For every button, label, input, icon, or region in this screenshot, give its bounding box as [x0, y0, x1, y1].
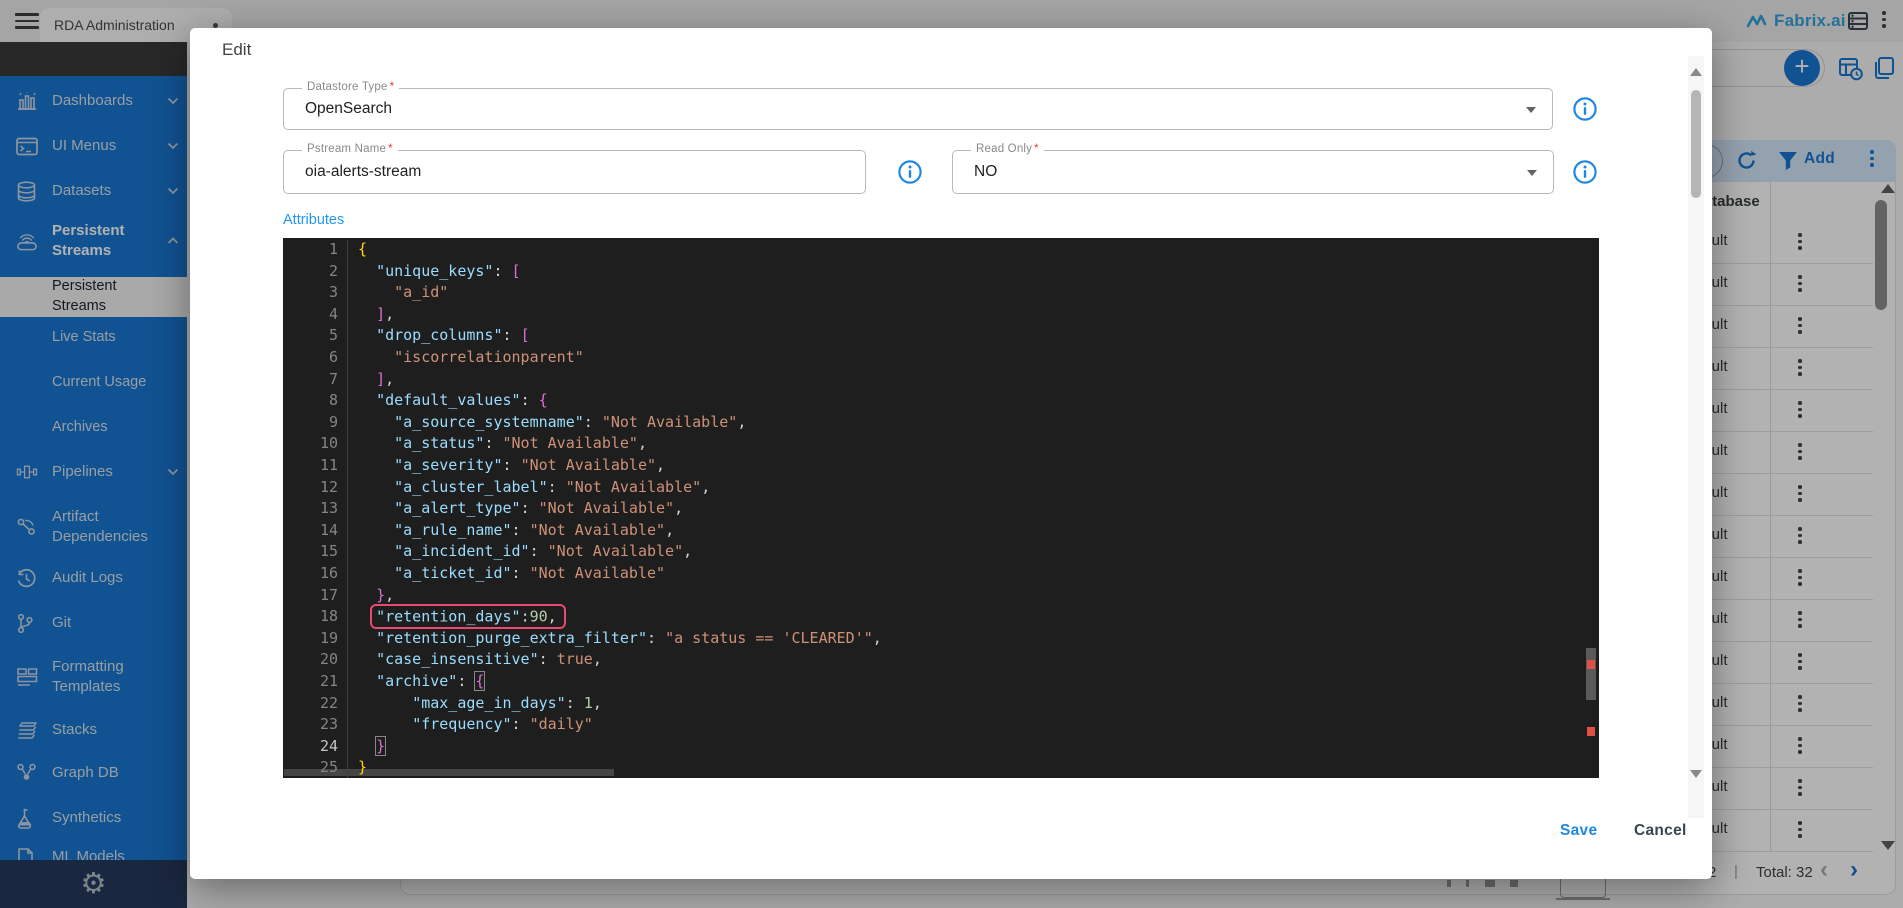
save-button[interactable]: Save [1560, 822, 1597, 840]
line-number: 6 [283, 348, 338, 370]
datastore-type-label: Datastore Type [307, 81, 388, 93]
read-only-select[interactable]: Read Only* NO [952, 150, 1554, 194]
editor-line-3: 3 "a_id" [283, 283, 1599, 305]
editor-line-6: 6 "iscorrelationparent" [283, 348, 1599, 370]
line-number: 23 [283, 715, 338, 737]
editor-line-21: 21 "archive": { [283, 672, 1599, 694]
line-number: 8 [283, 391, 338, 413]
screen: RDA Administration Fabrix.ai DashboardsU… [0, 0, 1903, 908]
editor-line-1: 1{ [283, 240, 1599, 262]
editor-line-11: 11 "a_severity": "Not Available", [283, 456, 1599, 478]
required-asterisk: * [388, 143, 393, 155]
dialog-title: Edit [222, 40, 251, 60]
line-number: 10 [283, 434, 338, 456]
required-asterisk: * [390, 81, 395, 93]
read-only-info-icon[interactable] [1572, 159, 1598, 185]
attributes-code-editor[interactable]: 1{2 "unique_keys": [3 "a_id"4 ],5 "drop_… [283, 238, 1599, 778]
edit-dialog: Edit Datastore Type* OpenSearch Pstream … [190, 28, 1712, 879]
line-number: 15 [283, 542, 338, 564]
editor-line-25: 25} [283, 758, 1599, 778]
line-number: 20 [283, 650, 338, 672]
editor-line-17: 17 }, [283, 586, 1599, 608]
editor-line-8: 8 "default_values": { [283, 391, 1599, 413]
editor-line-13: 13 "a_alert_type": "Not Available", [283, 499, 1599, 521]
line-number: 1 [283, 240, 338, 262]
editor-line-14: 14 "a_rule_name": "Not Available", [283, 521, 1599, 543]
dropdown-caret-icon [1527, 170, 1537, 176]
modal-scrollbar-thumb[interactable] [1691, 90, 1701, 198]
line-number: 3 [283, 283, 338, 305]
line-number: 5 [283, 326, 338, 348]
editor-line-4: 4 ], [283, 305, 1599, 327]
line-number: 21 [283, 672, 338, 694]
line-number: 16 [283, 564, 338, 586]
line-number: 2 [283, 262, 338, 284]
editor-line-18: 18 "retention_days":90, [283, 607, 1599, 629]
line-number: 12 [283, 478, 338, 500]
required-asterisk: * [1034, 143, 1039, 155]
line-number: 14 [283, 521, 338, 543]
editor-line-22: 22 "max_age_in_days": 1, [283, 694, 1599, 716]
datastore-type-select[interactable]: Datastore Type* OpenSearch [283, 88, 1553, 130]
editor-line-15: 15 "a_incident_id": "Not Available", [283, 542, 1599, 564]
attributes-link[interactable]: Attributes [283, 212, 344, 228]
line-number: 24 [283, 737, 338, 759]
editor-line-10: 10 "a_status": "Not Available", [283, 434, 1599, 456]
pstream-name-info-icon[interactable] [897, 159, 923, 185]
editor-line-9: 9 "a_source_systemname": "Not Available"… [283, 413, 1599, 435]
editor-line-23: 23 "frequency": "daily" [283, 715, 1599, 737]
line-number: 17 [283, 586, 338, 608]
highlighted-code: "retention_days":90, [372, 606, 564, 627]
editor-line-7: 7 ], [283, 370, 1599, 392]
line-number: 11 [283, 456, 338, 478]
editor-line-5: 5 "drop_columns": [ [283, 326, 1599, 348]
pstream-name-label: Pstream Name [307, 143, 386, 155]
line-number: 25 [283, 758, 338, 778]
editor-line-2: 2 "unique_keys": [ [283, 262, 1599, 284]
line-number: 18 [283, 607, 338, 629]
editor-line-20: 20 "case_insensitive": true, [283, 650, 1599, 672]
editor-line-12: 12 "a_cluster_label": "Not Available", [283, 478, 1599, 500]
pstream-name-value: oia-alerts-stream [305, 163, 421, 181]
line-number: 19 [283, 629, 338, 651]
cancel-button[interactable]: Cancel [1634, 822, 1687, 840]
pstream-name-input[interactable]: Pstream Name* oia-alerts-stream [283, 150, 866, 194]
datastore-type-value: OpenSearch [305, 100, 392, 118]
line-number: 4 [283, 305, 338, 327]
datastore-type-info-icon[interactable] [1572, 96, 1598, 122]
editor-line-24: 24 } [283, 737, 1599, 759]
line-number: 7 [283, 370, 338, 392]
dropdown-caret-icon [1526, 107, 1536, 113]
line-number: 13 [283, 499, 338, 521]
modal-scroll-up-icon[interactable] [1690, 68, 1702, 76]
modal-scroll-down-icon[interactable] [1690, 770, 1702, 778]
editor-line-19: 19 "retention_purge_extra_filter": "a st… [283, 629, 1599, 651]
line-number: 9 [283, 413, 338, 435]
read-only-value: NO [974, 163, 997, 181]
editor-line-16: 16 "a_ticket_id": "Not Available" [283, 564, 1599, 586]
read-only-label: Read Only [976, 143, 1032, 155]
line-number: 22 [283, 694, 338, 716]
